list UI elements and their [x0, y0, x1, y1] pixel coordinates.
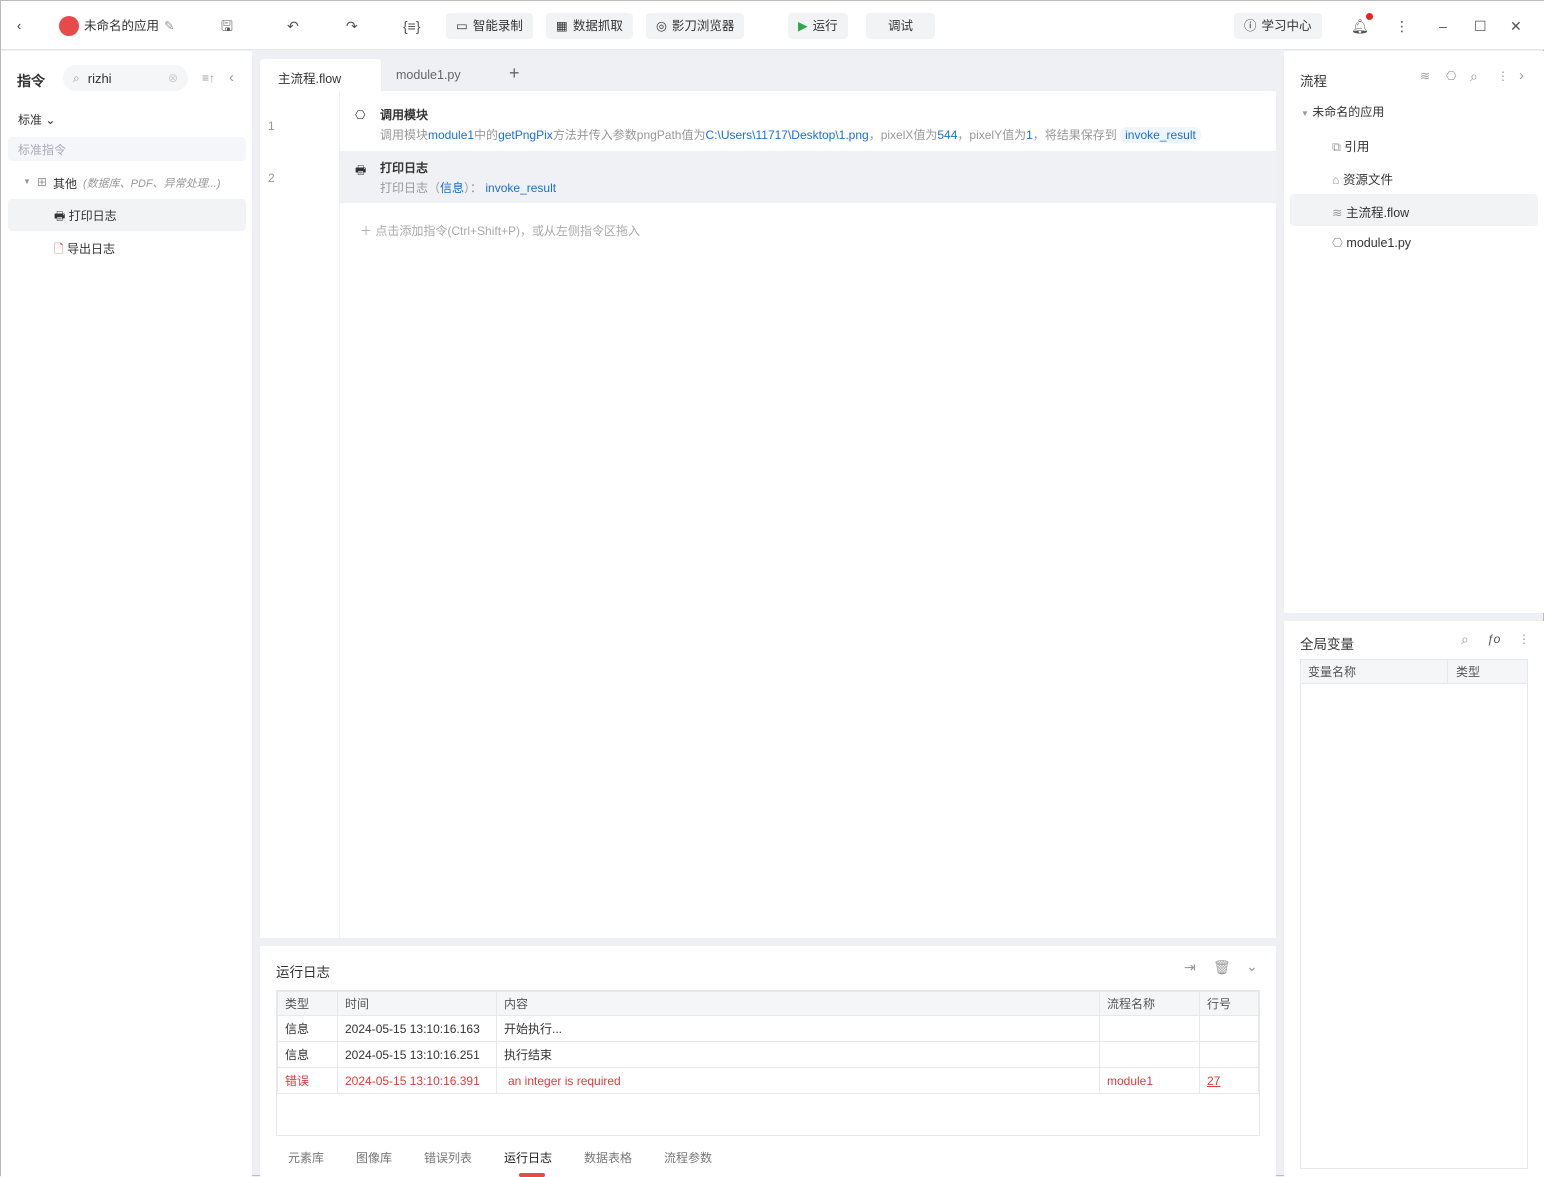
- printer-icon: 🖶: [54, 209, 66, 223]
- close-icon[interactable]: ✕: [1510, 13, 1522, 39]
- more-icon[interactable]: ⋮: [1518, 632, 1530, 646]
- expand-icon[interactable]: ›: [1519, 67, 1524, 84]
- layers-icon: ≋: [1332, 206, 1343, 220]
- folder-icon: ⌂: [1332, 173, 1340, 187]
- table-icon: ▦: [556, 19, 568, 33]
- add-command-hint[interactable]: ＋ 点击添加指令(Ctrl+Shift+P)，或从左侧指令区拖入: [360, 222, 640, 239]
- data-scrape-button[interactable]: ▦ 数据抓取: [546, 13, 633, 39]
- panel-title: 流程: [1300, 74, 1327, 89]
- undo-icon[interactable]: ↶: [287, 13, 299, 39]
- variables-icon[interactable]: {≡}: [403, 13, 421, 39]
- run-button[interactable]: ▶ 运行: [788, 13, 848, 39]
- camera-icon: ▭: [456, 19, 468, 33]
- flow-panel: 流程 ≋ ⎔ ⌕ ⋮ › ▼ 未命名的应用 ⧉ 引用 ⌂ 资源文件 ≋ 主流程.…: [1284, 51, 1544, 613]
- tree-item-module1[interactable]: ⎔ module1.py: [1332, 235, 1411, 250]
- flow-line[interactable]: 2 🖶 打印日志 打印日志（信息）： invoke_result: [268, 151, 1276, 203]
- tree-root[interactable]: ▼ 未命名的应用: [1301, 103, 1384, 120]
- back-icon[interactable]: ‹: [17, 13, 21, 39]
- tree-item-resources[interactable]: ⌂ 资源文件: [1332, 169, 1393, 188]
- chevron-down-icon[interactable]: ⌄: [1246, 958, 1258, 975]
- command-item-print-log[interactable]: 🖶 打印日志: [8, 199, 246, 231]
- tab-image-library[interactable]: 图像库: [356, 1149, 392, 1166]
- log-table: 类型 时间 内容 流程名称 行号 信息 2024-05-15 13:10:16.163 开始…: [276, 990, 1260, 1136]
- table-header: 类型 时间 内容 流程名称 行号: [277, 991, 1259, 1016]
- active-tab-indicator: [519, 1173, 545, 1177]
- run-log-panel: 运行日志 ⇥ 🗑︎ ⌄ 类型 时间 内容 流程名称 行号 信息 2024-05-15 13…: [260, 946, 1276, 1177]
- tab-module1[interactable]: module1.py: [396, 68, 461, 82]
- collapse-icon[interactable]: ‹: [229, 69, 234, 86]
- line-number-link[interactable]: 27: [1207, 1074, 1220, 1088]
- app-logo-icon: [59, 16, 79, 36]
- tab-data-table[interactable]: 数据表格: [584, 1149, 632, 1166]
- printer-icon: 🖶: [355, 163, 367, 177]
- bell-icon[interactable]: 🔔︎: [1351, 13, 1373, 39]
- export-icon[interactable]: ⇥: [1184, 959, 1196, 976]
- global-variables-panel: 全局变量 ⌕ ƒo ⋮ 变量名称 类型: [1284, 621, 1544, 1177]
- sort-icon[interactable]: ≡↑: [202, 71, 215, 85]
- add-tab-icon[interactable]: +: [509, 63, 520, 84]
- top-toolbar: ‹ 未命名的应用 ✎ 🖫 ↶ ↷ {≡} ▭ 智能录制 ▦ 数据抓取 ◎ 影刀浏览器 …: [1, 1, 1544, 50]
- redo-icon[interactable]: ↷: [346, 13, 358, 39]
- help-icon: ⓘ: [1244, 19, 1257, 33]
- log-title: 运行日志: [276, 965, 330, 980]
- copy-icon: ⧉: [1332, 140, 1341, 154]
- table-row[interactable]: 信息 2024-05-15 13:10:16.163 开始执行...: [277, 1015, 1259, 1042]
- table-row-error[interactable]: 错误 2024-05-15 13:10:16.391 an integer is r…: [277, 1067, 1259, 1094]
- python-icon: ⎔: [1332, 236, 1343, 250]
- tree-item-main-flow[interactable]: ≋ 主流程.flow: [1290, 194, 1538, 226]
- add-flow-icon[interactable]: ≋: [1420, 69, 1430, 83]
- app-title: 未命名的应用 ✎: [59, 13, 175, 39]
- more-icon[interactable]: ⋮: [1497, 69, 1509, 83]
- trash-icon[interactable]: 🗑︎: [1213, 959, 1231, 976]
- more-icon[interactable]: ⋮: [1395, 13, 1409, 39]
- panel-title: 指令: [17, 73, 45, 89]
- command-item-export-log[interactable]: 🗋 导出日志: [8, 232, 246, 264]
- file-export-icon: 🗋: [54, 242, 64, 256]
- save-icon[interactable]: 🖫: [221, 13, 233, 39]
- category-dropdown[interactable]: 标准 ⌄: [18, 111, 55, 128]
- learning-center-button[interactable]: ⓘ 学习中心: [1234, 13, 1322, 39]
- maximize-icon[interactable]: ☐: [1474, 13, 1487, 39]
- tab-run-log[interactable]: 运行日志: [504, 1149, 552, 1166]
- edit-icon[interactable]: ✎: [164, 13, 174, 39]
- python-icon: ⎔: [355, 108, 366, 122]
- panel-title: 全局变量: [1300, 637, 1354, 652]
- search-icon: ⌕: [73, 70, 80, 85]
- tree-item-references[interactable]: ⧉ 引用: [1332, 136, 1369, 155]
- command-search-input[interactable]: ⌕ rizhi ⊗: [63, 65, 188, 91]
- tab-error-list[interactable]: 错误列表: [424, 1149, 472, 1166]
- command-panel: 指令 ⌕ rizhi ⊗ ≡↑ ‹ 标准 ⌄ 标准指令 ▼ ⊞ 其他 (数据库、P…: [1, 51, 252, 1177]
- browser-icon: ◎: [656, 19, 667, 33]
- grid-icon: ⊞: [36, 175, 47, 189]
- tab-flow-params[interactable]: 流程参数: [664, 1149, 712, 1166]
- flow-editor: 1 ⎔ 调用模块 调用模块module1中的getPngPix方法并传入参数pn…: [260, 91, 1276, 938]
- add-python-icon[interactable]: ⎔: [1446, 69, 1456, 83]
- group-other[interactable]: ▼ ⊞ 其他 (数据库、PDF、异常处理...): [23, 175, 221, 192]
- debug-button[interactable]: 调试: [866, 13, 936, 39]
- minimize-icon[interactable]: –: [1439, 13, 1447, 39]
- smart-record-button[interactable]: ▭ 智能录制: [446, 13, 533, 39]
- browser-button[interactable]: ◎ 影刀浏览器: [646, 13, 745, 39]
- flow-line[interactable]: 1 ⎔ 调用模块 调用模块module1中的getPngPix方法并传入参数pn…: [268, 95, 1276, 147]
- play-icon: ▶: [798, 19, 808, 33]
- function-icon[interactable]: ƒo: [1487, 632, 1500, 646]
- section-header: 标准指令: [8, 137, 246, 161]
- search-icon[interactable]: ⌕: [1461, 631, 1469, 648]
- table-row[interactable]: 信息 2024-05-15 13:10:16.251 执行结束: [277, 1041, 1259, 1068]
- line-description: 调用模块module1中的getPngPix方法并传入参数pngPath值为C:…: [380, 126, 1201, 143]
- variables-table: 变量名称 类型: [1300, 659, 1528, 1169]
- clear-icon[interactable]: ⊗: [168, 71, 178, 85]
- search-icon[interactable]: ⌕: [1470, 68, 1478, 85]
- line-description: 打印日志（信息）： invoke_result: [380, 181, 557, 195]
- tab-element-library[interactable]: 元素库: [288, 1149, 324, 1166]
- tab-main-flow[interactable]: 主流程.flow: [260, 59, 381, 91]
